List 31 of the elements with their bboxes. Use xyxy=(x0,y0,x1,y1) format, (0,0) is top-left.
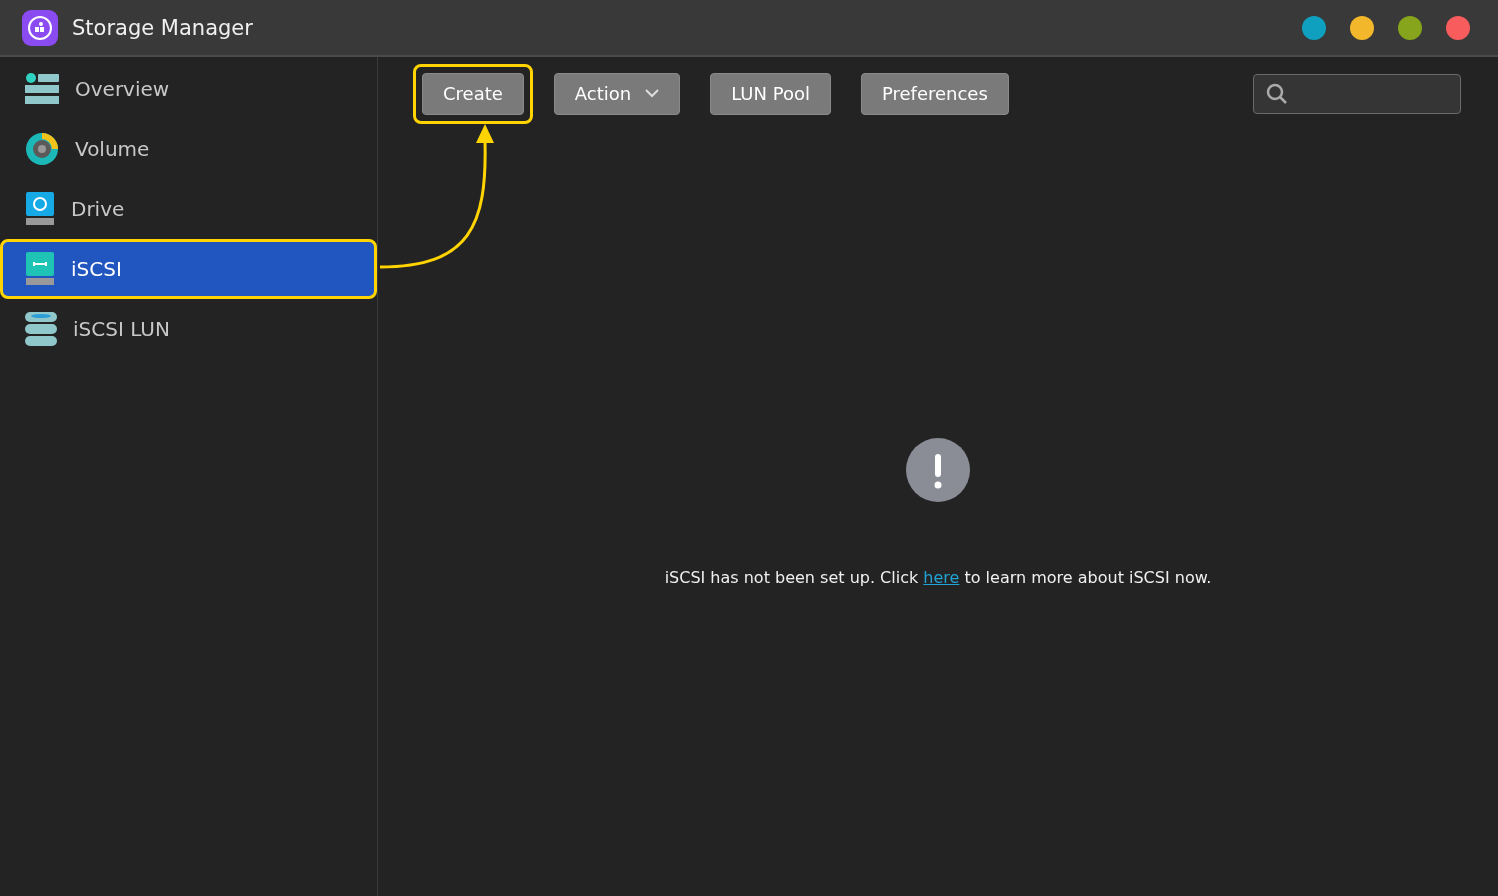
database-icon xyxy=(25,312,57,346)
window-title: Storage Manager xyxy=(72,15,253,40)
sidebar-item[interactable]: iSCSI LUN xyxy=(0,299,377,359)
window-button[interactable] xyxy=(1350,15,1374,40)
sidebar-item[interactable]: Volume xyxy=(0,119,377,179)
sidebar-item-label: iSCSI LUN xyxy=(73,317,170,341)
overview-icon xyxy=(25,73,59,105)
sidebar-item-label: iSCSI xyxy=(71,257,122,281)
toolbar-button[interactable]: Create xyxy=(422,72,524,115)
learn-more-link[interactable]: here xyxy=(923,568,960,587)
caret-icon xyxy=(645,89,660,98)
window-button[interactable] xyxy=(1302,15,1326,40)
disc-chart-icon xyxy=(25,132,59,166)
search-icon xyxy=(1266,82,1288,105)
toolbar-button[interactable]: LUN Pool xyxy=(710,72,831,115)
drive-icon xyxy=(25,192,55,226)
window-button[interactable] xyxy=(1398,15,1422,40)
window-button[interactable] xyxy=(1446,15,1470,40)
search-field[interactable] xyxy=(1253,73,1461,114)
sidebar-item[interactable]: iSCSI xyxy=(0,239,377,299)
dropdown-button[interactable]: Action xyxy=(553,72,681,115)
sidebar-item[interactable]: Drive xyxy=(0,179,377,239)
sidebar-item-label: Drive xyxy=(71,197,125,221)
drive-icon xyxy=(25,252,55,286)
toolbar-button[interactable]: Preferences xyxy=(860,72,1009,115)
warning-icon xyxy=(906,438,970,502)
sidebar-item-label: Volume xyxy=(75,137,150,161)
app-logo-icon xyxy=(22,9,58,46)
sidebar-item[interactable]: Overview xyxy=(0,59,377,119)
empty-state-message: iSCSI has not been set up. Click here to learn more about iSCSI now. xyxy=(664,568,1212,587)
sidebar-item-label: Overview xyxy=(75,77,170,101)
